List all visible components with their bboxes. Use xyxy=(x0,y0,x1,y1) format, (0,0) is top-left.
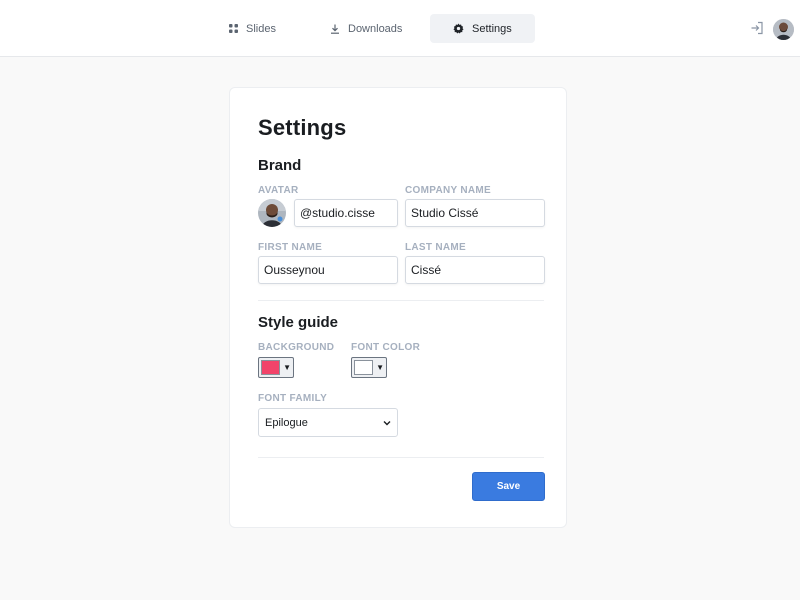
last-name-label: LAST NAME xyxy=(405,242,467,253)
download-icon xyxy=(330,24,340,34)
logout-icon[interactable] xyxy=(750,21,764,35)
background-color-picker[interactable]: ▼ xyxy=(258,357,294,378)
gear-icon xyxy=(453,23,464,34)
first-name-input[interactable]: Ousseynou xyxy=(258,256,398,284)
grid-icon xyxy=(229,24,238,33)
chevron-down-icon xyxy=(383,417,391,429)
avatar-label: AVATAR xyxy=(258,185,299,196)
user-avatar[interactable] xyxy=(773,19,794,40)
top-navigation: Slides Downloads Settings xyxy=(0,0,800,57)
page-title: Settings xyxy=(258,115,347,140)
font-family-label: FONT FAMILY xyxy=(258,393,328,404)
background-swatch xyxy=(261,360,281,375)
save-button[interactable]: Save xyxy=(472,472,545,501)
background-label: BACKGROUND xyxy=(258,342,335,353)
font-color-picker[interactable]: ▼ xyxy=(351,357,387,378)
tab-downloads-label: Downloads xyxy=(348,22,403,35)
brand-heading: Brand xyxy=(258,157,302,174)
font-color-swatch xyxy=(354,360,374,375)
dropdown-arrow-icon: ▼ xyxy=(376,363,384,372)
first-name-label: FIRST NAME xyxy=(258,242,323,253)
tab-slides-label: Slides xyxy=(246,22,276,35)
style-guide-heading: Style guide xyxy=(258,314,339,331)
tab-settings[interactable]: Settings xyxy=(430,14,535,43)
font-family-select[interactable]: Epilogue xyxy=(258,408,398,437)
dropdown-arrow-icon: ▼ xyxy=(283,363,291,372)
avatar[interactable] xyxy=(258,199,286,227)
divider xyxy=(258,300,544,301)
settings-card: Settings Brand AVATAR @studio.cisse COMP… xyxy=(229,87,567,528)
company-name-input[interactable]: Studio Cissé xyxy=(405,199,545,227)
font-color-label: FONT COLOR xyxy=(351,342,421,353)
divider xyxy=(258,457,544,458)
font-family-value: Epilogue xyxy=(265,416,308,429)
tab-downloads[interactable]: Downloads xyxy=(318,14,414,43)
handle-input[interactable]: @studio.cisse xyxy=(294,199,398,227)
tab-slides[interactable]: Slides xyxy=(217,14,289,43)
company-name-label: COMPANY NAME xyxy=(405,185,492,196)
tab-settings-label: Settings xyxy=(472,22,512,35)
last-name-input[interactable]: Cissé xyxy=(405,256,545,284)
